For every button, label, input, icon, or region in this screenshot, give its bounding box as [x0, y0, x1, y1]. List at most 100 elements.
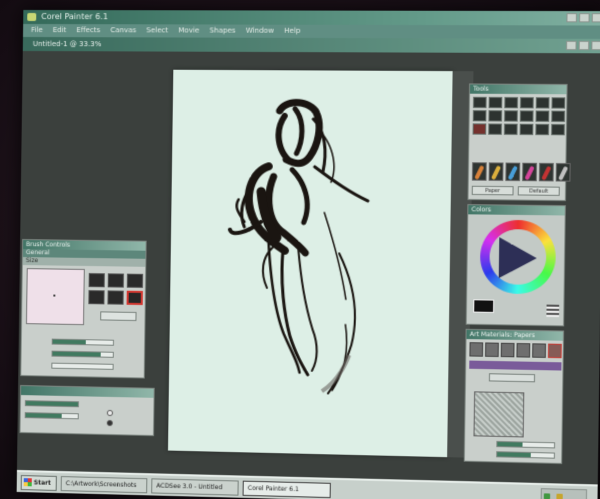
- size-step-slider[interactable]: [51, 362, 114, 370]
- paper-swatch-1[interactable]: [469, 342, 484, 357]
- maximize-button[interactable]: [579, 13, 590, 23]
- grabber-tool-icon[interactable]: [472, 123, 487, 135]
- papers-panel: Art Materials: Papers: [463, 328, 565, 465]
- windows-logo-icon: [23, 478, 32, 487]
- papers-panel-title[interactable]: Art Materials: Papers: [466, 329, 564, 341]
- opacity-slider[interactable]: [24, 400, 79, 408]
- menu-shapes[interactable]: Shapes: [209, 24, 235, 37]
- brush-options-panel: [19, 385, 155, 437]
- menu-help[interactable]: Help: [284, 25, 301, 38]
- brush-dab-round-icon[interactable]: [88, 273, 105, 288]
- app-title: Corel Painter 6.1: [41, 12, 109, 22]
- rubber-stamp-icon[interactable]: [551, 123, 565, 136]
- paper-name-field[interactable]: [488, 373, 536, 383]
- paper-contrast-slider[interactable]: [496, 451, 555, 459]
- paper-library-bar[interactable]: [469, 360, 562, 371]
- brush-stroke-preview: [25, 268, 85, 326]
- menu-select[interactable]: Select: [146, 24, 168, 37]
- dropper-tool-icon[interactable]: [488, 96, 503, 109]
- taskbar-item-acdsee[interactable]: ACDSee 3.0 - Untitled: [151, 477, 239, 496]
- rotate-page-icon[interactable]: [551, 110, 566, 122]
- close-button[interactable]: [591, 13, 600, 23]
- eraser-tool-icon[interactable]: [519, 97, 534, 109]
- paper-swatch-3[interactable]: [500, 342, 515, 358]
- pen-tool-icon[interactable]: [519, 110, 534, 122]
- paint-bucket-icon[interactable]: [504, 96, 519, 109]
- sketch-strokes: [168, 70, 453, 457]
- brush-size-slider[interactable]: [51, 338, 114, 346]
- marker-selector-icon[interactable]: [538, 162, 554, 182]
- brush-variant-grid: [88, 273, 144, 306]
- doc-minimize-button[interactable]: [565, 40, 577, 51]
- brush-tool-icon[interactable]: [472, 96, 487, 109]
- cloner-icon[interactable]: [535, 123, 550, 136]
- colors-panel-title[interactable]: Colors: [468, 205, 565, 216]
- crop-tool-icon[interactable]: [535, 97, 550, 109]
- system-tray: [540, 487, 588, 499]
- brush-size-section[interactable]: Size: [22, 257, 146, 267]
- brush-dab-grainy-icon[interactable]: [107, 290, 124, 305]
- tools-panel: Tools Paper Default: [467, 83, 571, 202]
- brush-options-title[interactable]: [20, 386, 154, 398]
- oval-select-icon[interactable]: [488, 110, 503, 122]
- brush-dab-selected-icon[interactable]: [126, 290, 143, 306]
- magnifier-icon[interactable]: [488, 123, 502, 135]
- magic-wand-icon[interactable]: [504, 110, 518, 122]
- paper-swatch-selected[interactable]: [547, 343, 562, 359]
- brush-dab-bristle-icon[interactable]: [88, 290, 105, 305]
- menu-edit[interactable]: Edit: [53, 24, 67, 37]
- tools-panel-title[interactable]: Tools: [470, 84, 567, 95]
- saturation-value-triangle[interactable]: [498, 237, 538, 279]
- taskbar-item-painter[interactable]: Corel Painter 6.1: [242, 480, 331, 498]
- brush-dab-flat-icon[interactable]: [107, 273, 124, 288]
- tool-buttons: Paper Default: [471, 185, 560, 196]
- brush-dab-camel-icon[interactable]: [126, 273, 144, 288]
- text-tool-icon[interactable]: [535, 110, 550, 122]
- minimize-button[interactable]: [566, 13, 578, 23]
- tools-button-left[interactable]: Paper: [471, 185, 514, 196]
- menu-canvas[interactable]: Canvas: [110, 24, 136, 37]
- brush-controls-panel: Brush Controls General Size: [20, 239, 147, 379]
- media-selectors: [471, 162, 571, 182]
- paper-selector-icon[interactable]: [471, 162, 487, 181]
- option-radio-1[interactable]: [106, 409, 114, 417]
- lasso-tool-icon[interactable]: [551, 97, 566, 109]
- paper-swatch-2[interactable]: [485, 342, 499, 358]
- projected-screen: Corel Painter 6.1 File Edit Effects Canv…: [16, 9, 600, 499]
- menu-movie[interactable]: Movie: [178, 24, 199, 37]
- doc-close-button[interactable]: [591, 40, 600, 51]
- document-title: Untitled-1 @ 33.3%: [32, 40, 102, 49]
- doc-maximize-button[interactable]: [578, 40, 590, 51]
- menu-effects[interactable]: Effects: [76, 24, 100, 37]
- primary-color-swatch[interactable]: [473, 299, 495, 313]
- tools-button-right[interactable]: Default: [517, 186, 560, 196]
- menu-window[interactable]: Window: [246, 25, 274, 38]
- paper-swatches: [469, 342, 562, 359]
- shape-tool-icon[interactable]: [503, 123, 518, 135]
- build-button[interactable]: [100, 311, 137, 322]
- drawing-canvas[interactable]: [167, 69, 453, 458]
- pattern-selector-icon[interactable]: [555, 163, 571, 182]
- taskbar-item-explorer[interactable]: C:\Artwork\Screenshots: [60, 475, 148, 493]
- tray-network-icon[interactable]: [543, 492, 551, 499]
- grain-slider[interactable]: [24, 412, 79, 420]
- start-button[interactable]: Start: [20, 474, 57, 491]
- crayon-selector-icon[interactable]: [522, 162, 538, 182]
- painter-app-icon: [27, 12, 37, 22]
- paper-texture-preview: [473, 391, 525, 438]
- paper-scale-slider[interactable]: [496, 440, 556, 449]
- paper-swatch-5[interactable]: [532, 343, 547, 358]
- option-radio-2[interactable]: [106, 419, 113, 427]
- workspace: Brush Controls General Size Tools Paper …: [16, 50, 600, 485]
- rect-select-icon[interactable]: [472, 110, 487, 122]
- tray-volume-icon[interactable]: [556, 493, 563, 499]
- app-titlebar: Corel Painter 6.1: [23, 9, 600, 26]
- pencil-selector-icon[interactable]: [488, 162, 504, 181]
- layer-adjuster-icon[interactable]: [519, 123, 534, 136]
- min-size-slider[interactable]: [51, 350, 114, 358]
- start-label: Start: [33, 478, 51, 487]
- menu-file[interactable]: File: [31, 24, 43, 37]
- brush-selector-icon[interactable]: [505, 162, 521, 182]
- clone-color-icon[interactable]: [546, 304, 560, 318]
- paper-swatch-4[interactable]: [516, 343, 531, 358]
